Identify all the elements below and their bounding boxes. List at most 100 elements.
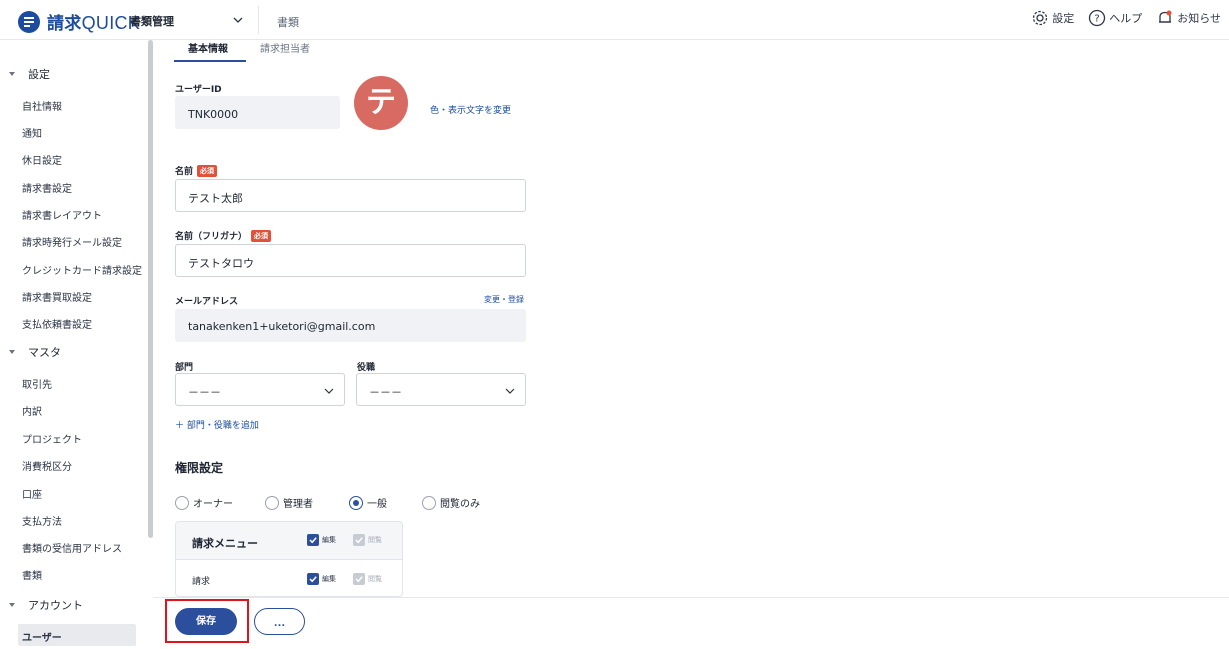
tab-basic-info[interactable]: 基本情報 xyxy=(188,40,228,55)
sidebar-item-notifications[interactable]: 通知 xyxy=(22,125,42,140)
header-actions: 設定 ? ヘルプ お知らせ xyxy=(1031,9,1221,27)
sidebar-scrollbar[interactable] xyxy=(148,40,153,538)
role-radio-owner[interactable]: オーナー xyxy=(175,495,233,510)
role-radio-admin[interactable]: 管理者 xyxy=(265,495,313,510)
department-label: 部門 xyxy=(175,363,194,373)
sidebar-group-settings[interactable]: 設定 xyxy=(8,66,50,82)
checkbox-checked-disabled xyxy=(353,573,365,585)
role-radio-view-only[interactable]: 閲覧のみ xyxy=(422,495,480,510)
permissions-menu-title: 請求メニュー xyxy=(192,537,258,550)
sub-module-label[interactable]: 書類 xyxy=(277,14,299,30)
sidebar-item-invoice-layout[interactable]: 請求書レイアウト xyxy=(22,207,102,222)
permission-row-label: 請求 xyxy=(192,577,211,587)
sidebar-group-label: 設定 xyxy=(28,68,50,81)
sidebar-group-label: マスタ xyxy=(28,346,61,359)
help-icon: ? xyxy=(1089,9,1106,27)
email-label: メールアドレス xyxy=(175,297,239,307)
position-label: 役職 xyxy=(357,363,376,373)
logo-text: 請求QUICK xyxy=(47,13,141,34)
view-label: 閲覧 xyxy=(368,536,382,544)
checkbox-checked xyxy=(307,573,319,585)
chevron-down-icon xyxy=(324,388,334,394)
role-label: オーナー xyxy=(193,499,233,510)
role-label: 一般 xyxy=(367,499,387,510)
sidebar-item-tax[interactable]: 消費税区分 xyxy=(22,458,72,473)
view-label: 閲覧 xyxy=(368,575,382,583)
more-options-button[interactable]: … xyxy=(254,608,305,635)
check-icon xyxy=(309,537,317,544)
logo-icon xyxy=(18,10,40,33)
bottom-action-bar xyxy=(153,597,1229,649)
sidebar-item-breakdown[interactable]: 内訳 xyxy=(22,403,42,418)
sidebar-group-master[interactable]: マスタ xyxy=(8,344,61,360)
radio-circle xyxy=(265,495,279,510)
tab-billing-contact[interactable]: 請求担当者 xyxy=(260,40,310,55)
row-edit-checkbox[interactable]: 編集 xyxy=(307,573,336,585)
sidebar-item-invoice-mail[interactable]: 請求時発行メール設定 xyxy=(22,234,122,249)
role-label: 閲覧のみ xyxy=(440,499,480,510)
sidebar-item-clients[interactable]: 取引先 xyxy=(22,376,52,391)
sidebar-item-payment-request[interactable]: 支払依頼書設定 xyxy=(22,316,92,331)
sidebar-item-holidays[interactable]: 休日設定 xyxy=(22,152,62,167)
user-id-field: TNK0000 xyxy=(175,96,340,129)
position-value: －－－ xyxy=(369,386,402,399)
svg-text:?: ? xyxy=(1095,14,1100,25)
name-input[interactable]: テスト太郎 xyxy=(175,179,526,212)
role-label: 管理者 xyxy=(283,499,313,510)
name-label: 名前 必須 xyxy=(175,164,218,177)
caret-down-icon xyxy=(9,603,15,607)
active-tab-indicator xyxy=(174,60,246,62)
sidebar-item-users[interactable]: ユーザー xyxy=(18,624,136,646)
app-logo[interactable]: 請求QUICK xyxy=(18,9,140,34)
settings-button[interactable]: 設定 xyxy=(1031,9,1074,27)
add-department-link[interactable]: ＋ 部門・役職を追加 xyxy=(175,418,259,431)
notifications-label: お知らせ xyxy=(1177,12,1221,25)
department-value: －－－ xyxy=(188,386,221,399)
sidebar-item-company-info[interactable]: 自社情報 xyxy=(22,98,62,113)
avatar-initial: テ xyxy=(354,76,408,130)
sidebar-item-payment-methods[interactable]: 支払方法 xyxy=(22,513,62,528)
settings-label: 設定 xyxy=(1052,12,1075,25)
bell-icon xyxy=(1159,10,1172,23)
sidebar-item-invoice-purchase[interactable]: 請求書買取設定 xyxy=(22,289,92,304)
permissions-title: 権限設定 xyxy=(175,461,224,475)
sidebar-item-documents[interactable]: 書類 xyxy=(22,567,42,582)
caret-down-icon xyxy=(9,72,15,76)
edit-label: 編集 xyxy=(322,575,336,583)
sidebar-item-receive-address[interactable]: 書類の受信用アドレス xyxy=(22,540,122,555)
sidebar-group-label: アカウント xyxy=(28,599,83,612)
department-select[interactable]: －－－ xyxy=(175,373,345,406)
checkbox-checked-disabled xyxy=(353,534,365,546)
role-radio-general[interactable]: 一般 xyxy=(349,495,387,510)
header-view-checkbox: 閲覧 xyxy=(353,534,382,546)
change-avatar-link[interactable]: 色・表示文字を変更 xyxy=(430,103,511,116)
permissions-table-header: 請求メニュー 編集 閲覧 xyxy=(176,522,402,560)
check-icon xyxy=(309,576,317,583)
name-kana-label: 名前（フリガナ） 必須 xyxy=(175,229,272,242)
radio-circle xyxy=(422,495,436,510)
sidebar-item-accounts[interactable]: 口座 xyxy=(22,486,42,501)
module-selector-label[interactable]: 書類管理 xyxy=(130,13,174,29)
notifications-button[interactable]: お知らせ xyxy=(1156,9,1221,27)
sidebar-item-projects[interactable]: プロジェクト xyxy=(22,431,82,446)
check-icon xyxy=(355,537,363,544)
sidebar-item-credit-card[interactable]: クレジットカード請求設定 xyxy=(22,262,142,277)
radio-circle-selected xyxy=(349,495,363,510)
required-badge: 必須 xyxy=(197,165,218,177)
sidebar-group-account[interactable]: アカウント xyxy=(8,597,83,613)
email-change-link[interactable]: 変更・登録 xyxy=(484,294,524,305)
help-button[interactable]: ? ヘルプ xyxy=(1088,9,1142,27)
header-edit-checkbox[interactable]: 編集 xyxy=(307,534,336,546)
caret-down-icon xyxy=(9,350,15,354)
radio-circle xyxy=(175,495,189,510)
help-label: ヘルプ xyxy=(1109,12,1143,25)
gear-icon xyxy=(1033,10,1048,26)
required-badge: 必須 xyxy=(251,230,272,242)
permissions-table: 請求メニュー 編集 閲覧 請求 編集 閲覧 xyxy=(175,521,403,597)
name-kana-input[interactable]: テストタロウ xyxy=(175,244,526,277)
position-select[interactable]: －－－ xyxy=(356,373,526,406)
edit-label: 編集 xyxy=(322,536,336,544)
chevron-down-icon[interactable] xyxy=(232,14,244,26)
avatar: テ xyxy=(342,76,421,130)
sidebar-item-invoice-settings[interactable]: 請求書設定 xyxy=(22,180,72,195)
